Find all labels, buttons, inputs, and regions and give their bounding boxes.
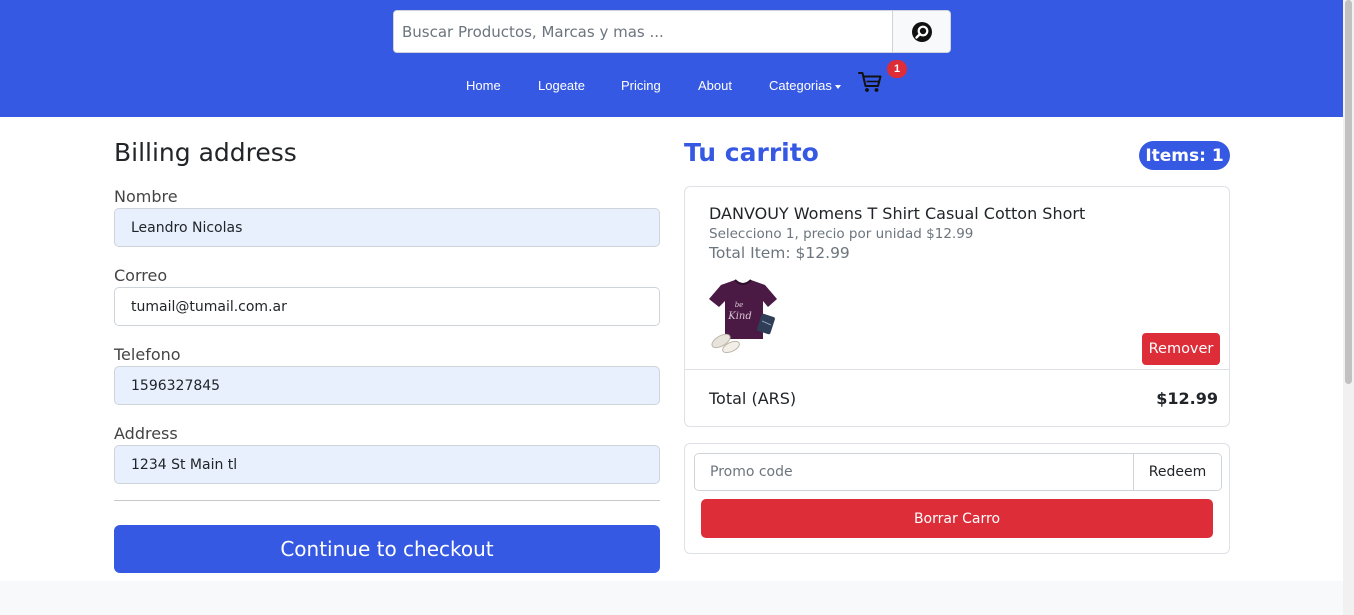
footer-band bbox=[0, 581, 1343, 615]
remove-item-button[interactable]: Remover bbox=[1142, 333, 1220, 365]
nav-home[interactable]: Home bbox=[466, 78, 501, 93]
billing-title: Billing address bbox=[114, 138, 297, 167]
nav-categories-dropdown[interactable]: Categorias bbox=[769, 78, 841, 93]
top-navbar: Home Logeate Pricing About Categorias 1 bbox=[0, 0, 1343, 117]
cart-count-badge: 1 bbox=[887, 60, 907, 78]
caret-down-icon bbox=[834, 84, 841, 89]
name-label: Nombre bbox=[114, 187, 178, 206]
address-field[interactable]: 1234 St Main tl bbox=[114, 445, 660, 484]
product-selection: Selecciono 1, precio por unidad $12.99 bbox=[709, 226, 974, 242]
search-input[interactable] bbox=[394, 11, 892, 52]
nav-categories-label: Categorias bbox=[769, 78, 832, 93]
total-value: $12.99 bbox=[1156, 389, 1218, 408]
phone-label: Telefono bbox=[114, 345, 181, 364]
svg-text:Kind: Kind bbox=[727, 311, 752, 322]
continue-checkout-button[interactable]: Continue to checkout bbox=[114, 525, 660, 573]
phone-field[interactable]: 1596327845 bbox=[114, 366, 660, 405]
scrollbar-thumb[interactable] bbox=[1345, 0, 1352, 384]
card-separator bbox=[685, 369, 1229, 370]
nav-about[interactable]: About bbox=[698, 78, 732, 93]
email-label: Correo bbox=[114, 266, 168, 285]
product-name: DANVOUY Womens T Shirt Casual Cotton Sho… bbox=[709, 204, 1086, 223]
name-field[interactable]: Leandro Nicolas bbox=[114, 208, 660, 247]
address-label: Address bbox=[114, 424, 178, 443]
product-item-total: Total Item: $12.99 bbox=[709, 244, 850, 262]
nav-pricing[interactable]: Pricing bbox=[621, 78, 661, 93]
email-field[interactable]: tumail@tumail.com.ar bbox=[114, 287, 660, 326]
promo-input-group: Redeem bbox=[694, 453, 1222, 491]
promo-card: Redeem Borrar Carro bbox=[684, 443, 1230, 554]
cart-icon[interactable] bbox=[858, 71, 882, 93]
promo-code-input[interactable] bbox=[695, 454, 1133, 490]
redeem-button[interactable]: Redeem bbox=[1133, 454, 1221, 490]
page-scrollbar[interactable] bbox=[1343, 0, 1354, 615]
form-divider bbox=[114, 500, 660, 501]
cart-title: Tu carrito bbox=[684, 138, 819, 167]
cart-item-card: DANVOUY Womens T Shirt Casual Cotton Sho… bbox=[684, 186, 1230, 427]
search-icon bbox=[911, 21, 932, 42]
product-image: be Kind bbox=[709, 279, 777, 354]
main-nav: Home Logeate Pricing About Categorias bbox=[0, 78, 1343, 94]
svg-text:be: be bbox=[735, 301, 744, 309]
search-bar bbox=[393, 10, 951, 53]
total-label: Total (ARS) bbox=[709, 389, 797, 408]
search-button[interactable] bbox=[892, 11, 950, 52]
items-count-badge: Items: 1 bbox=[1139, 141, 1230, 170]
clear-cart-button[interactable]: Borrar Carro bbox=[701, 499, 1213, 538]
nav-login[interactable]: Logeate bbox=[538, 78, 585, 93]
